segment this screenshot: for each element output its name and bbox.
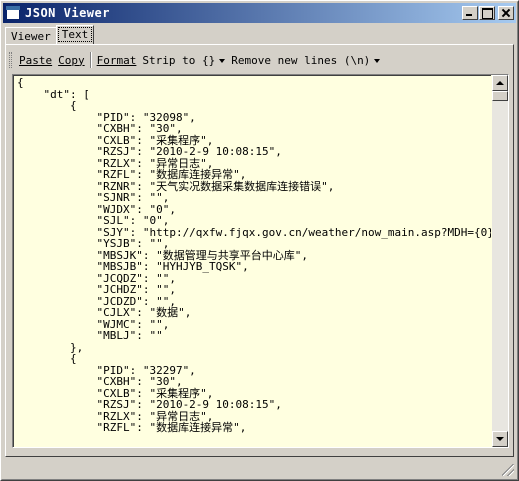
json-line: { bbox=[17, 99, 77, 112]
json-line: "MBSJB": "HYHJYB_TQSK", bbox=[17, 260, 249, 273]
status-bar bbox=[3, 459, 516, 478]
resize-grip-icon[interactable] bbox=[502, 464, 514, 476]
strip-dropdown-button[interactable]: Strip to {} bbox=[139, 52, 228, 69]
editor-viewport: { "dt": [ { "PID": "32098", "CXBH": "30"… bbox=[13, 75, 491, 447]
toolbar: Paste Copy Format Strip to {} Remove new… bbox=[7, 48, 512, 72]
json-line: "CJLX": "数据", bbox=[17, 306, 192, 319]
tab-viewer[interactable]: Viewer bbox=[5, 27, 57, 44]
format-label: Format bbox=[96, 53, 137, 67]
json-text-editor[interactable]: { "dt": [ { "PID": "32098", "CXBH": "30"… bbox=[12, 74, 509, 448]
title-bar[interactable]: JSON Viewer bbox=[3, 3, 516, 23]
toolbar-separator bbox=[89, 52, 92, 68]
tab-strip: Viewer Text bbox=[5, 25, 95, 44]
json-line: { bbox=[17, 76, 24, 89]
maximize-icon[interactable] bbox=[479, 6, 495, 20]
json-line: "MBLJ": "" bbox=[17, 329, 163, 342]
remove-newlines-dropdown-button[interactable]: Remove new lines (\n) bbox=[228, 52, 383, 69]
caption-buttons bbox=[461, 6, 514, 20]
tab-text[interactable]: Text bbox=[55, 25, 95, 44]
copy-button[interactable]: Copy bbox=[55, 52, 88, 69]
minimize-icon[interactable] bbox=[462, 6, 478, 20]
scroll-up-icon[interactable] bbox=[492, 75, 508, 91]
toolbar-grip[interactable] bbox=[9, 52, 12, 68]
json-line: "RZFL": "数据库连接异常", bbox=[17, 421, 247, 434]
json-line: "JCHDZ": "", bbox=[17, 283, 176, 296]
json-line: "RZSJ": "2010-2-9 10:08:15", bbox=[17, 398, 282, 411]
json-line: "dt": [ bbox=[17, 87, 90, 101]
scrollbar-track[interactable] bbox=[492, 91, 508, 431]
json-line: "SJL": "0", bbox=[17, 214, 170, 227]
scroll-down-icon[interactable] bbox=[492, 431, 508, 447]
json-line: "RZSJ": "2010-2-9 10:08:15", bbox=[17, 145, 282, 158]
app-window: JSON Viewer Viewer Text Paste Copy Forma… bbox=[0, 0, 519, 481]
json-text[interactable]: { "dt": [ { "PID": "32098", "CXBH": "30"… bbox=[14, 76, 491, 434]
remove-newlines-label: Remove new lines (\n) bbox=[231, 53, 371, 67]
json-line: }, bbox=[17, 340, 84, 354]
strip-label: Strip to {} bbox=[142, 53, 216, 67]
json-line: "YSJB": "", bbox=[17, 237, 170, 250]
dropdown-arrow-icon bbox=[374, 58, 381, 63]
json-line: "CXBH": "30", bbox=[17, 375, 183, 388]
close-icon[interactable] bbox=[498, 6, 514, 20]
app-window-icon[interactable] bbox=[5, 5, 21, 21]
json-line: "SJNR": "", bbox=[17, 191, 170, 204]
format-button[interactable]: Format bbox=[94, 52, 140, 69]
json-line: { bbox=[17, 352, 77, 365]
dropdown-arrow-icon bbox=[219, 58, 226, 63]
window-title: JSON Viewer bbox=[25, 6, 110, 20]
scrollbar-thumb[interactable] bbox=[492, 91, 508, 101]
vertical-scrollbar[interactable] bbox=[492, 75, 508, 447]
paste-label: Paste bbox=[19, 53, 53, 67]
json-line: "RZFL": "数据库连接异常", bbox=[17, 168, 247, 181]
json-line: "CXBH": "30", bbox=[17, 122, 183, 135]
copy-label: Copy bbox=[58, 53, 85, 67]
paste-button[interactable]: Paste bbox=[16, 52, 55, 69]
